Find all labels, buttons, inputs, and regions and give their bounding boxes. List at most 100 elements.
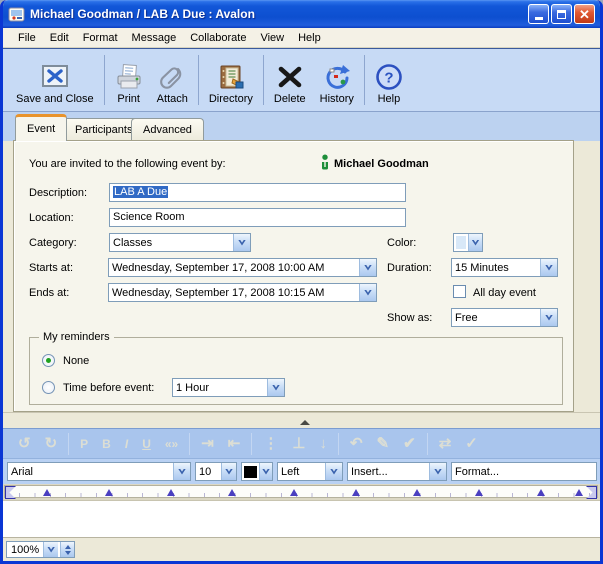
menu-format[interactable]: Format — [77, 30, 124, 46]
zoom-control[interactable]: 100% — [6, 541, 75, 558]
time-before-value: 1 Hour — [176, 382, 267, 394]
ruler-tab-marker[interactable] — [352, 489, 360, 496]
reminder-time-before-label: Time before event: — [63, 382, 154, 394]
zoom-decrease-icon[interactable] — [65, 551, 71, 555]
find-replace-icon[interactable]: ⇄ — [432, 436, 459, 451]
ruler-tab-marker[interactable] — [413, 489, 421, 496]
font-family-dropdown[interactable]: Arial — [7, 462, 191, 481]
approve-icon[interactable]: ✔ — [396, 436, 423, 451]
chevron-down-icon[interactable] — [233, 234, 250, 251]
zoom-increase-icon[interactable] — [65, 545, 71, 549]
delete-button[interactable]: Delete — [267, 51, 313, 109]
print-button[interactable]: Print — [108, 51, 150, 109]
spell-check-icon[interactable]: ✓ — [458, 436, 485, 451]
menu-file[interactable]: File — [12, 30, 42, 46]
description-input[interactable]: LAB A Due — [109, 183, 406, 202]
maximize-button[interactable] — [551, 4, 572, 24]
chevron-down-icon[interactable] — [267, 379, 284, 396]
chevron-down-icon[interactable] — [540, 309, 557, 326]
duration-value: 15 Minutes — [455, 262, 540, 274]
menu-help[interactable]: Help — [292, 30, 327, 46]
chevron-down-icon[interactable] — [173, 463, 190, 480]
chevron-down-icon[interactable] — [540, 259, 557, 276]
title-bar: Michael Goodman / LAB A Due : Avalon ✕ — [3, 0, 600, 28]
undo-icon[interactable]: ↺ — [11, 436, 38, 451]
reminder-none-label: None — [63, 355, 89, 367]
ends-at-dropdown[interactable]: Wednesday, September 17, 2008 10:15 AM — [108, 283, 377, 302]
print-label: Print — [117, 93, 140, 105]
menu-view[interactable]: View — [254, 30, 290, 46]
history-label: History — [320, 93, 354, 105]
minimize-button[interactable] — [528, 4, 549, 24]
ruler-tab-marker[interactable] — [105, 489, 113, 496]
splitter-collapse-icon[interactable] — [300, 420, 310, 425]
zoom-spinner[interactable] — [60, 542, 74, 557]
font-family-value: Arial — [11, 466, 173, 478]
pane-splitter[interactable] — [3, 412, 600, 428]
menu-collaborate[interactable]: Collaborate — [184, 30, 252, 46]
ruler-left-margin-marker[interactable] — [5, 486, 16, 499]
location-input[interactable]: Science Room — [109, 208, 406, 227]
zoom-chevron-down-icon[interactable] — [43, 542, 58, 557]
plain-style-icon[interactable]: P — [73, 438, 95, 450]
ruler-tab-marker[interactable] — [167, 489, 175, 496]
tab-advanced[interactable]: Advanced — [131, 118, 204, 141]
time-before-dropdown[interactable]: 1 Hour — [172, 378, 285, 397]
show-as-dropdown[interactable]: Free — [451, 308, 558, 327]
format-dropdown[interactable]: Format... — [451, 462, 597, 481]
category-value: Classes — [113, 237, 233, 249]
tab-stop-icon[interactable]: ⋮ — [256, 436, 285, 451]
help-button[interactable]: ? Help — [368, 51, 410, 109]
chevron-down-icon[interactable] — [468, 234, 482, 251]
attach-button[interactable]: Attach — [150, 51, 195, 109]
chevron-down-icon[interactable] — [359, 284, 376, 301]
insert-dropdown[interactable]: Insert... — [347, 462, 447, 481]
move-down-icon[interactable]: ↓ — [312, 436, 334, 451]
pen-icon[interactable]: ✎ — [370, 436, 397, 451]
reminder-none-radio[interactable] — [42, 354, 55, 367]
ruler-tab-marker[interactable] — [228, 489, 236, 496]
tab-event[interactable]: Event — [15, 114, 67, 141]
quote-style-icon[interactable]: «» — [158, 438, 185, 450]
starts-at-dropdown[interactable]: Wednesday, September 17, 2008 10:00 AM — [108, 258, 377, 277]
menu-message[interactable]: Message — [126, 30, 183, 46]
history-button[interactable]: History — [313, 51, 361, 109]
ruler-tab-marker[interactable] — [575, 489, 583, 496]
indent-increase-icon[interactable]: ⇥ — [194, 436, 221, 451]
bold-icon[interactable]: B — [95, 438, 118, 450]
italic-icon[interactable]: I — [118, 438, 135, 450]
chevron-down-icon[interactable] — [429, 463, 446, 480]
chevron-down-icon[interactable] — [259, 463, 272, 480]
ruler-right-margin-marker[interactable] — [586, 486, 597, 499]
alignment-dropdown[interactable]: Left — [277, 462, 343, 481]
category-dropdown[interactable]: Classes — [109, 233, 251, 252]
duration-dropdown[interactable]: 15 Minutes — [451, 258, 558, 277]
font-size-dropdown[interactable]: 10 — [195, 462, 237, 481]
all-day-event-checkbox[interactable] — [453, 285, 466, 298]
save-and-close-button[interactable]: Save and Close — [9, 51, 101, 109]
underline-icon[interactable]: U — [135, 438, 158, 450]
close-button[interactable]: ✕ — [574, 4, 595, 24]
font-color-dropdown[interactable] — [241, 462, 273, 481]
toolbar-separator — [198, 55, 199, 105]
menu-edit[interactable]: Edit — [44, 30, 75, 46]
starts-at-value: Wednesday, September 17, 2008 10:00 AM — [112, 262, 359, 274]
color-dropdown[interactable] — [453, 233, 483, 252]
align-baseline-icon[interactable]: ⊥ — [285, 436, 312, 451]
chevron-down-icon[interactable] — [325, 463, 342, 480]
chevron-down-icon[interactable] — [359, 259, 376, 276]
ruler-tab-marker[interactable] — [43, 489, 51, 496]
ruler[interactable] — [4, 485, 598, 498]
redo-icon[interactable]: ↻ — [38, 436, 65, 451]
indent-decrease-icon[interactable]: ⇤ — [221, 436, 248, 451]
ruler-tab-marker[interactable] — [537, 489, 545, 496]
invited-by-label: You are invited to the following event b… — [29, 158, 226, 170]
message-body[interactable] — [3, 500, 600, 537]
revert-icon[interactable]: ↶ — [343, 436, 370, 451]
ruler-tab-marker[interactable] — [475, 489, 483, 496]
reminder-time-before-radio[interactable] — [42, 381, 55, 394]
directory-button[interactable]: Directory — [202, 51, 260, 109]
tab-participants-label: Participants — [75, 124, 132, 136]
ruler-tab-marker[interactable] — [290, 489, 298, 496]
chevron-down-icon[interactable] — [221, 463, 236, 480]
